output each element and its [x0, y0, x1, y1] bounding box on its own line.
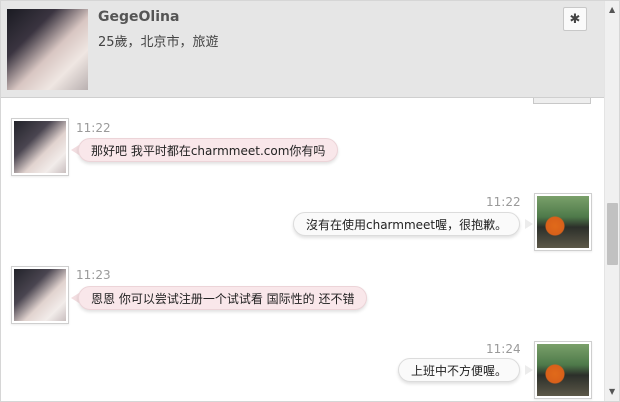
message-bubble-outgoing: 沒有在使用charmmeet喔，很抱歉。 — [293, 212, 521, 236]
message-timestamp: 11:22 — [76, 121, 111, 135]
message-bubble-incoming: 那好吧 我平时都在charmmeet.com你有吗 — [78, 138, 339, 162]
profile-header: GegeOlina 25歲，北京市，旅遊 ✱ — [1, 1, 604, 98]
gear-icon: ✱ — [569, 11, 581, 27]
scroll-up-arrow-icon[interactable]: ▲ — [609, 5, 615, 14]
message-timestamp: 11:23 — [76, 268, 111, 282]
settings-button[interactable]: ✱ — [563, 7, 587, 31]
vertical-scrollbar[interactable]: ▲ ▼ — [604, 1, 619, 401]
scrollbar-thumb[interactable] — [607, 203, 618, 265]
contact-avatar[interactable] — [11, 266, 69, 324]
chat-window: GegeOlina 25歲，北京市，旅遊 ✱ 11:22 那好吧 我平时都在ch… — [0, 0, 620, 402]
bubble-tail — [525, 365, 533, 375]
profile-details: 25歲，北京市，旅遊 — [98, 35, 219, 50]
profile-photo[interactable] — [7, 9, 88, 90]
message-timestamp: 11:22 — [486, 195, 521, 209]
message-bubble-outgoing: 上班中不方便喔。 — [398, 358, 521, 382]
scroll-down-arrow-icon[interactable]: ▼ — [609, 387, 615, 396]
bubble-tail — [525, 219, 533, 229]
user-avatar[interactable] — [534, 341, 592, 399]
contact-avatar[interactable] — [11, 118, 69, 176]
message-timestamp: 11:24 — [486, 342, 521, 356]
user-avatar[interactable] — [534, 193, 592, 251]
message-bubble-incoming: 恩恩 你可以尝试注册一个试试看 国际性的 还不错 — [78, 286, 368, 310]
profile-name[interactable]: GegeOlina — [98, 9, 179, 25]
